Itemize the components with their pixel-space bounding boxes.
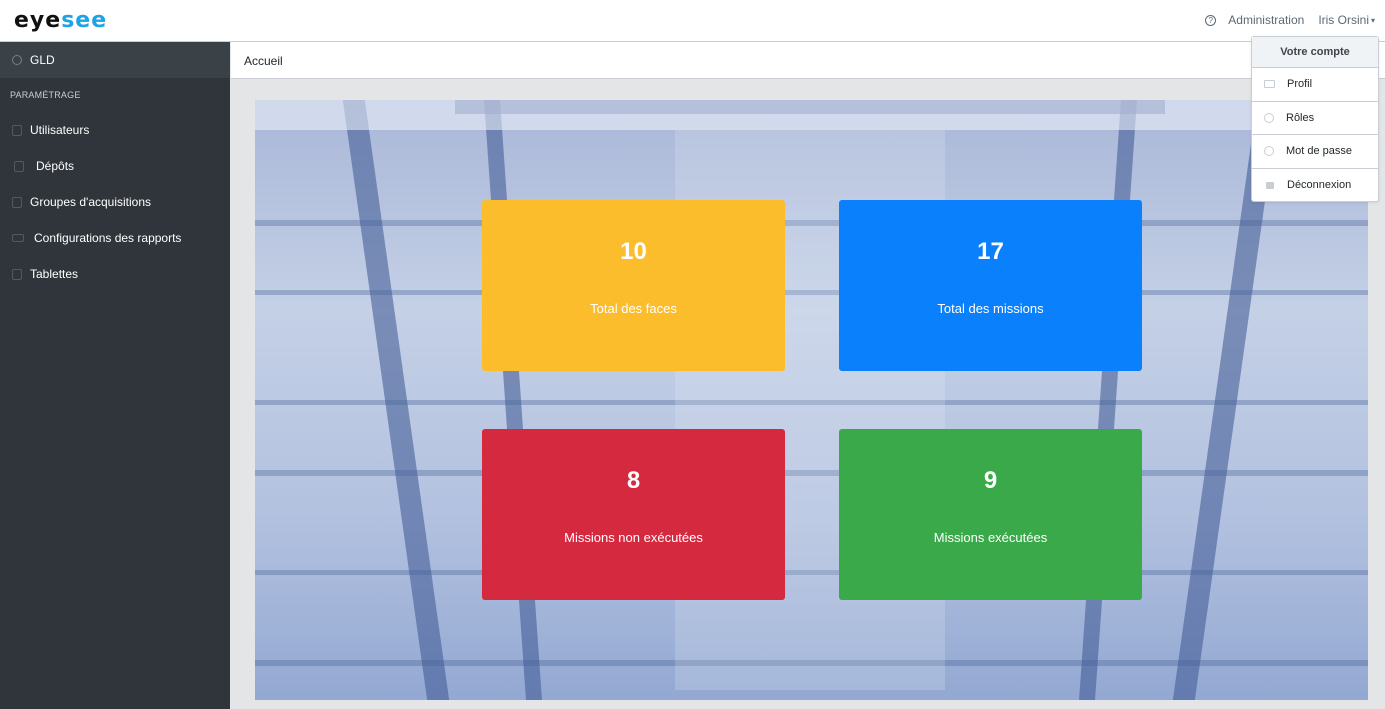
- menu-item-label: Mot de passe: [1286, 145, 1353, 158]
- stat-card-total-faces[interactable]: 10 Total des faces: [482, 200, 785, 371]
- gear-icon: [1264, 146, 1274, 157]
- header-right: ? Administration Iris Orsini ▾: [1205, 0, 1375, 40]
- menu-item-deconnexion[interactable]: Déconnexion: [1252, 169, 1378, 203]
- stat-value: 8: [626, 467, 641, 494]
- sidebar-item-gld[interactable]: GLD: [0, 42, 230, 78]
- brand-logo[interactable]: eyesee: [14, 9, 107, 33]
- tablet-icon: [12, 268, 22, 280]
- stat-label: Missions exécutées: [933, 530, 1048, 545]
- stat-label: Missions non exécutées: [564, 530, 703, 545]
- chevron-down-icon: ▾: [1370, 16, 1375, 25]
- stat-card-missions-executees[interactable]: 9 Missions exécutées: [839, 429, 1142, 600]
- warehouse-background-image: [255, 100, 1368, 700]
- stat-value: 9: [983, 467, 998, 494]
- stat-card-missions-non-executees[interactable]: 8 Missions non exécutées: [482, 429, 785, 600]
- book-icon: [12, 196, 22, 208]
- help-circle-icon[interactable]: ?: [1205, 14, 1217, 26]
- user-icon: [12, 124, 22, 136]
- building-icon: [14, 160, 24, 172]
- lock-icon: [1266, 181, 1274, 189]
- stat-value: 17: [977, 238, 1004, 265]
- user-name: Iris Orsini: [1318, 13, 1369, 27]
- menu-item-label: Rôles: [1286, 111, 1315, 124]
- sidebar-item-label: Groupes d'acquisitions: [30, 195, 152, 209]
- sidebar-item-label: Dépôts: [36, 159, 75, 173]
- administration-link[interactable]: Administration: [1228, 13, 1304, 27]
- sidebar: GLD PARAMÉTRAGE Utilisateurs Dépôts Grou…: [0, 42, 230, 709]
- stat-value: 10: [620, 238, 647, 265]
- stat-label: Total des faces: [590, 301, 677, 316]
- sidebar-item-utilisateurs[interactable]: Utilisateurs: [0, 112, 230, 148]
- users-icon: [1264, 112, 1274, 123]
- menu-item-profil[interactable]: Profil: [1252, 68, 1378, 102]
- top-navbar: eyesee ? Administration Iris Orsini ▾: [0, 0, 1385, 42]
- sidebar-item-depots[interactable]: Dépôts: [0, 148, 230, 184]
- menu-item-label: Déconnexion: [1287, 179, 1352, 192]
- breadcrumb-current: Accueil: [244, 54, 283, 68]
- logo-text-part2: see: [61, 8, 108, 33]
- menu-item-mot-de-passe[interactable]: Mot de passe: [1252, 135, 1378, 169]
- account-dropdown-menu: Votre compte Profil Rôles Mot de passe D…: [1251, 36, 1379, 202]
- menu-item-roles[interactable]: Rôles: [1252, 102, 1378, 135]
- sidebar-item-label: Utilisateurs: [30, 123, 90, 137]
- list-icon: [12, 234, 24, 242]
- breadcrumb: Accueil: [231, 42, 1385, 79]
- sidebar-item-label: Configurations des rapports: [34, 231, 182, 245]
- user-menu-toggle[interactable]: Iris Orsini ▾: [1318, 13, 1375, 27]
- stat-label: Total des missions: [937, 301, 1044, 316]
- sidebar-section-title: PARAMÉTRAGE: [10, 90, 81, 100]
- sidebar-item-label: Tablettes: [30, 267, 79, 281]
- id-card-icon: [1264, 80, 1275, 89]
- sidebar-item-groupes[interactable]: Groupes d'acquisitions: [0, 184, 230, 220]
- menu-item-label: Profil: [1287, 78, 1313, 91]
- logo-text-part1: eye: [14, 8, 62, 33]
- sidebar-item-tablettes[interactable]: Tablettes: [0, 256, 230, 292]
- speedometer-icon: [12, 55, 22, 65]
- dropdown-header: Votre compte: [1252, 37, 1378, 68]
- stat-card-total-missions[interactable]: 17 Total des missions: [839, 200, 1142, 371]
- sidebar-item-configurations[interactable]: Configurations des rapports: [0, 220, 230, 256]
- sidebar-item-label: GLD: [30, 53, 55, 67]
